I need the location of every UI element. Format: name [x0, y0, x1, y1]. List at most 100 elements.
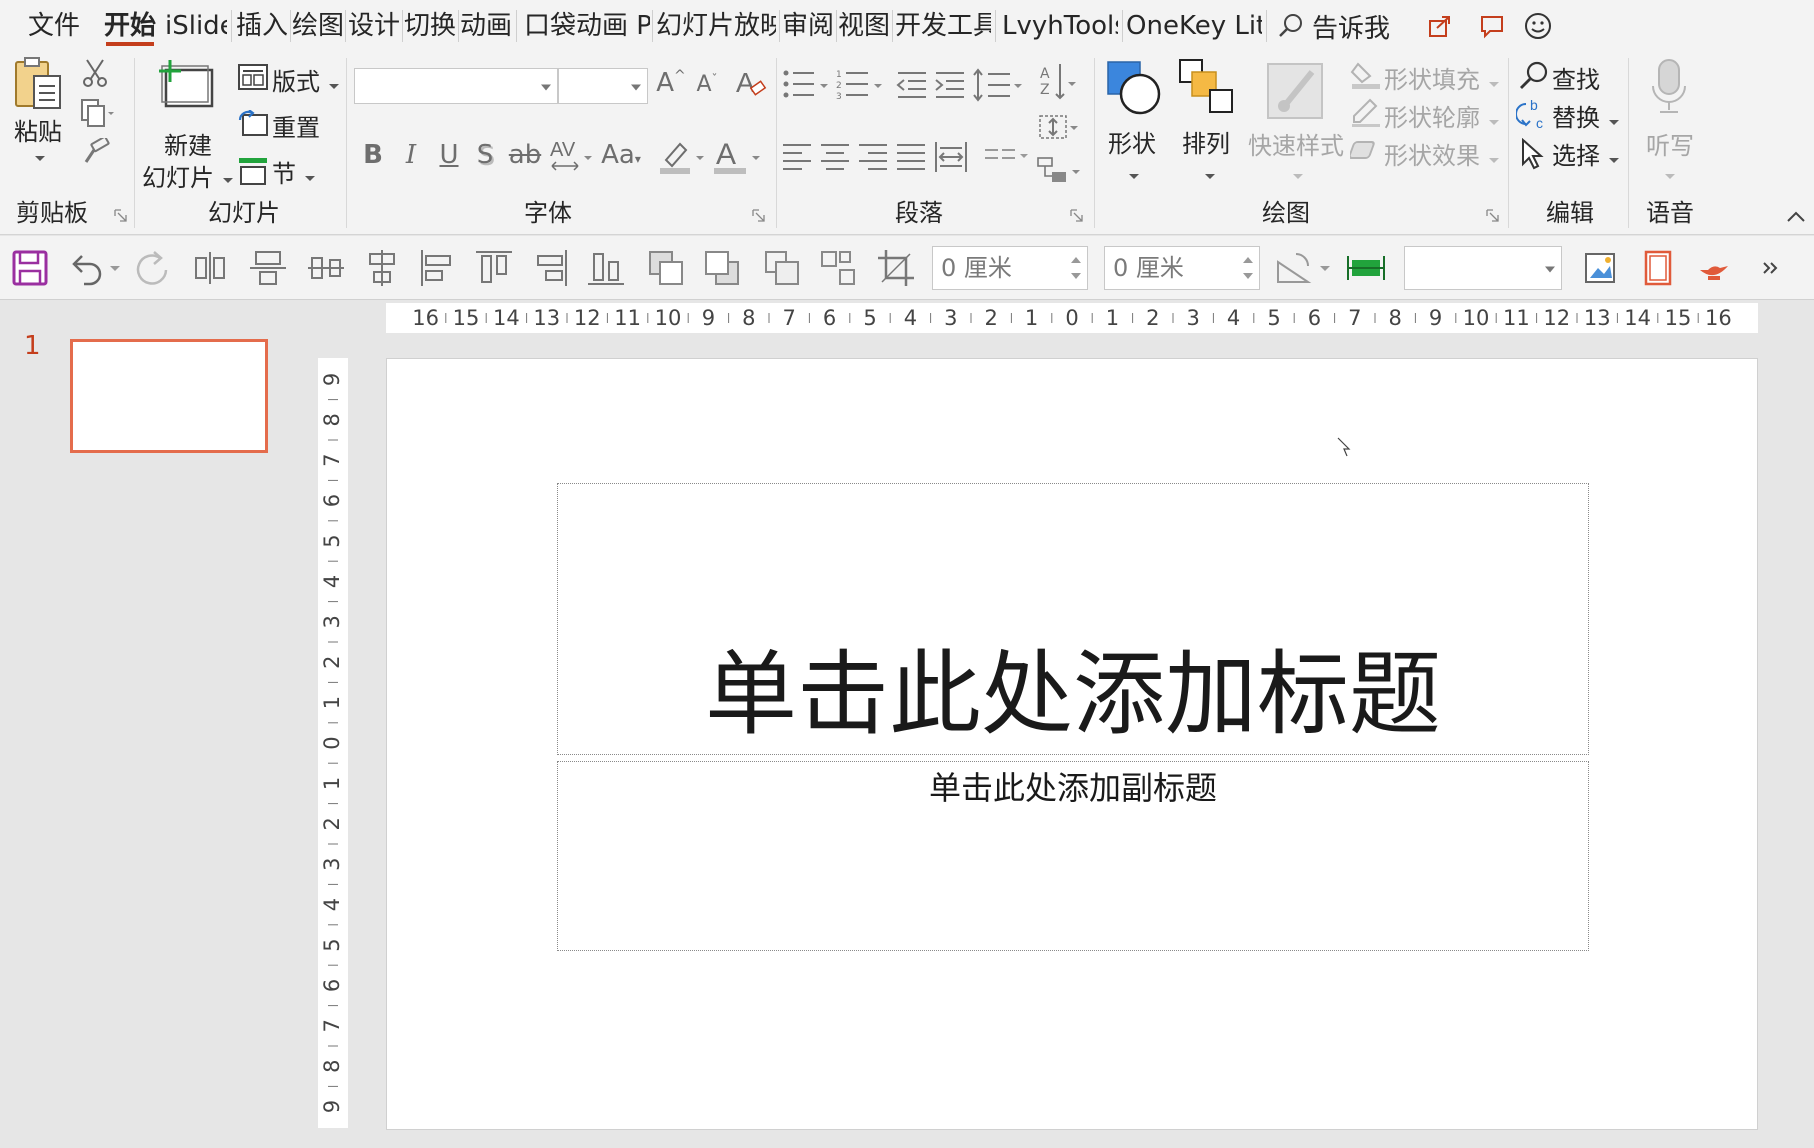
- align-right-object-icon[interactable]: [530, 248, 570, 288]
- numbering-icon[interactable]: 123: [836, 68, 884, 106]
- tab-animations[interactable]: 动画: [460, 6, 512, 46]
- decrease-font-size-icon[interactable]: Aˇ: [692, 72, 722, 97]
- bullets-icon[interactable]: [782, 68, 830, 106]
- find-label[interactable]: 查找: [1552, 60, 1600, 95]
- microphone-icon[interactable]: [1648, 58, 1690, 120]
- replace-label[interactable]: 替换: [1552, 98, 1600, 133]
- dialog-launcher-icon[interactable]: [114, 208, 128, 222]
- ungroup-objects-icon[interactable]: [818, 248, 858, 288]
- tab-view[interactable]: 视图: [838, 6, 890, 46]
- tab-draw[interactable]: 绘图: [292, 6, 344, 46]
- group-objects-icon[interactable]: [762, 248, 802, 288]
- redo-icon[interactable]: [132, 248, 172, 288]
- new-slide-label-1[interactable]: 新建: [164, 126, 212, 161]
- tab-transitions[interactable]: 切换: [404, 6, 456, 46]
- copy-icon[interactable]: [80, 98, 114, 132]
- shape-effects-icon[interactable]: [1348, 138, 1382, 168]
- chevron-down-icon[interactable]: [1608, 112, 1620, 131]
- paste-icon[interactable]: [12, 56, 66, 112]
- reset-label[interactable]: 重置: [272, 108, 320, 143]
- chevron-down-icon[interactable]: [1608, 150, 1620, 169]
- align-left-icon[interactable]: [782, 142, 812, 176]
- chevron-down-icon[interactable]: [34, 148, 46, 167]
- share-icon[interactable]: [1422, 8, 1458, 44]
- new-slide-icon[interactable]: [154, 58, 220, 114]
- decrease-indent-icon[interactable]: [896, 70, 928, 104]
- comment-icon[interactable]: [1474, 8, 1510, 44]
- align-horizontal-icon[interactable]: [192, 248, 232, 288]
- bring-forward-icon[interactable]: [646, 248, 686, 288]
- align-left-object-icon[interactable]: [418, 248, 458, 288]
- send-backward-icon[interactable]: [702, 248, 742, 288]
- chevron-down-icon[interactable]: [1318, 248, 1334, 288]
- more-commands-icon[interactable]: [1756, 248, 1786, 288]
- align-bottom-object-icon[interactable]: [586, 248, 626, 288]
- height-spin-input[interactable]: 0 厘米: [1104, 246, 1260, 290]
- style-combo[interactable]: [1404, 246, 1562, 290]
- new-slide-label-2[interactable]: 幻灯片: [142, 158, 214, 193]
- tab-review[interactable]: 审阅: [782, 6, 834, 46]
- horizontal-ruler[interactable]: 16 15 14 13 12 11 10 9 8 7 6 5 4 3 2 1 0 1 2 3 4 5 6 7 8 9 10 11 12 1…: [386, 303, 1758, 333]
- tab-onekey-lite[interactable]: OneKey Lite: [1126, 6, 1262, 46]
- align-center-object-icon[interactable]: [362, 248, 402, 288]
- undo-icon[interactable]: [66, 248, 106, 288]
- reset-icon[interactable]: [238, 109, 268, 140]
- chevron-down-icon[interactable]: [1488, 74, 1500, 93]
- layout-icon[interactable]: [238, 64, 268, 94]
- find-icon[interactable]: [1518, 60, 1550, 96]
- distributed-icon[interactable]: [934, 140, 968, 178]
- arrange-icon[interactable]: [1178, 58, 1236, 116]
- vertical-ruler[interactable]: 9 8 7 6 5 4 3 2 1 0 1 2 3 4 5 6 7 8 9: [318, 358, 348, 1128]
- distribute-icon[interactable]: [1346, 248, 1386, 288]
- clear-formatting-icon[interactable]: A: [734, 66, 768, 104]
- shape-outline-icon[interactable]: [1350, 98, 1382, 132]
- bold-icon[interactable]: B: [360, 140, 386, 170]
- dialog-launcher-icon[interactable]: [1070, 208, 1084, 222]
- select-cursor-icon[interactable]: [1520, 137, 1546, 174]
- line-spacing-icon[interactable]: [972, 68, 1022, 106]
- quick-styles-label[interactable]: 快速样式: [1248, 126, 1344, 161]
- columns-icon[interactable]: [984, 144, 1030, 176]
- align-text-icon[interactable]: [1036, 110, 1078, 148]
- subtitle-placeholder[interactable]: 单击此处添加副标题: [557, 761, 1589, 951]
- chevron-down-icon[interactable]: [222, 170, 234, 189]
- tab-file[interactable]: 文件: [28, 6, 80, 46]
- slide-canvas[interactable]: 单击此处添加标题 单击此处添加副标题: [386, 358, 1758, 1130]
- chevron-down-icon[interactable]: [328, 76, 340, 95]
- character-spacing-icon[interactable]: AV: [548, 138, 592, 178]
- slide-size-icon[interactable]: [1638, 248, 1678, 288]
- layout-label[interactable]: 版式: [272, 62, 320, 97]
- replace-icon[interactable]: bc: [1515, 97, 1550, 136]
- align-top-object-icon[interactable]: [474, 248, 514, 288]
- shape-fill-icon[interactable]: [1350, 60, 1382, 94]
- cut-icon[interactable]: [82, 58, 108, 92]
- dialog-launcher-icon[interactable]: [1486, 208, 1500, 222]
- dictate-label[interactable]: 听写: [1646, 126, 1694, 161]
- chevron-down-icon[interactable]: [1292, 166, 1304, 185]
- arrange-label[interactable]: 排列: [1182, 124, 1230, 159]
- highlight-color-icon[interactable]: [658, 138, 704, 180]
- paste-label[interactable]: 粘贴: [14, 112, 62, 147]
- tell-me-box[interactable]: 告诉我: [1276, 6, 1390, 46]
- underline-icon[interactable]: U: [436, 140, 462, 170]
- dialog-launcher-icon[interactable]: [752, 208, 766, 222]
- rotate-icon[interactable]: [1274, 248, 1314, 288]
- increase-font-size-icon[interactable]: A^: [656, 68, 686, 98]
- title-placeholder[interactable]: 单击此处添加标题: [557, 483, 1589, 755]
- collapse-ribbon-icon[interactable]: [1786, 208, 1806, 227]
- tab-insert[interactable]: 插入: [236, 6, 288, 46]
- change-case-icon[interactable]: Aa▾: [598, 140, 644, 170]
- tab-home[interactable]: 开始: [104, 6, 156, 46]
- chevron-down-icon[interactable]: [1488, 112, 1500, 131]
- chevron-down-icon[interactable]: [1128, 166, 1140, 185]
- slide-thumbnail[interactable]: [70, 339, 268, 453]
- chevron-down-icon[interactable]: [1664, 166, 1676, 185]
- smiley-feedback-icon[interactable]: [1520, 8, 1556, 44]
- shapes-icon[interactable]: [1104, 58, 1162, 116]
- chevron-down-icon[interactable]: [108, 248, 124, 288]
- align-right-icon[interactable]: [858, 142, 888, 176]
- crop-icon[interactable]: [876, 248, 916, 288]
- justify-icon[interactable]: [896, 142, 926, 176]
- chevron-down-icon[interactable]: [1488, 150, 1500, 169]
- shape-fill-label[interactable]: 形状填充: [1384, 60, 1480, 95]
